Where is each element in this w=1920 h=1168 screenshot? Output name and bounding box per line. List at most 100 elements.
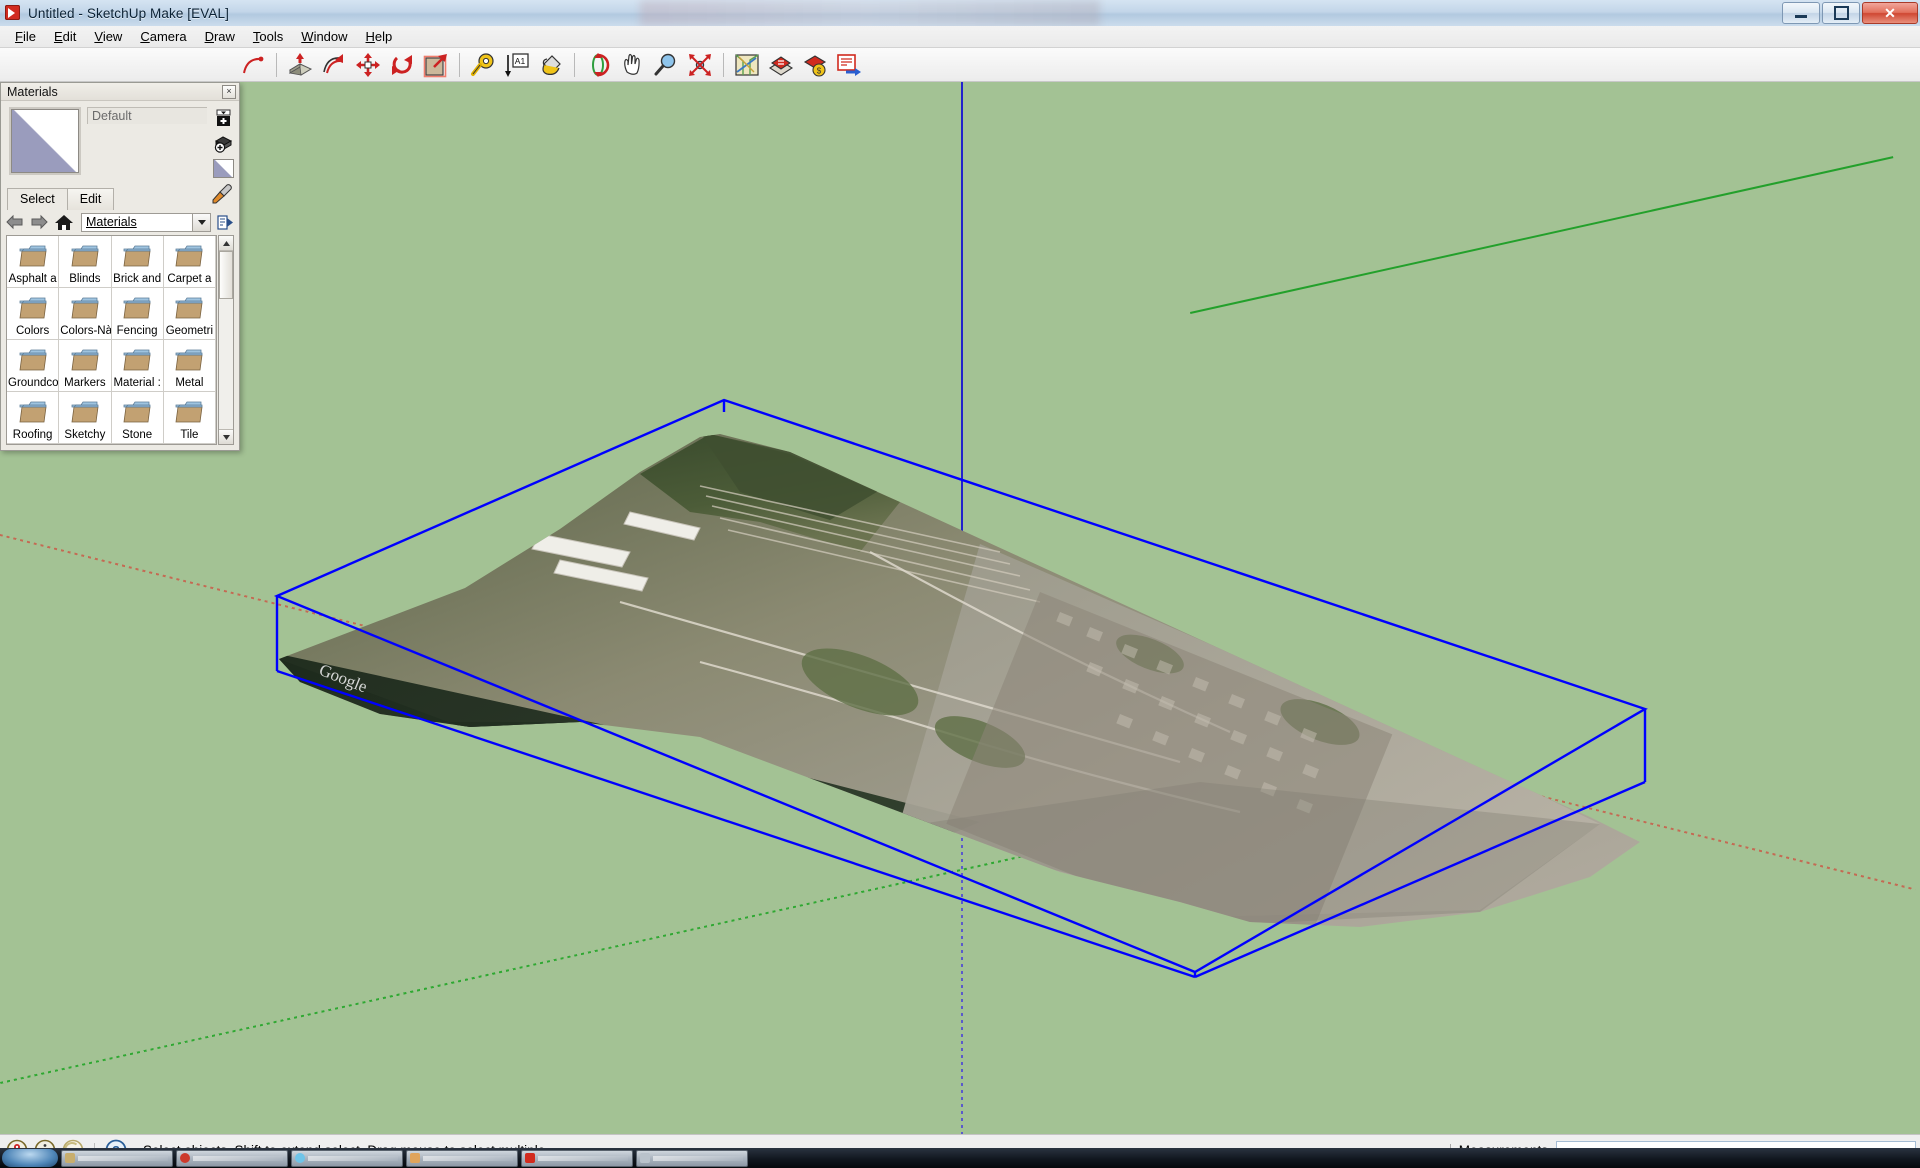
menu-file[interactable]: File (6, 27, 45, 46)
material-collection-label: Sketchy (64, 429, 106, 441)
material-collection-item[interactable]: Groundco (7, 340, 60, 392)
material-collection-item[interactable]: Carpet a (163, 236, 216, 288)
toolbar-separator (723, 52, 724, 77)
menu-help[interactable]: Help (357, 27, 402, 46)
start-button[interactable] (2, 1149, 58, 1167)
material-collection-item[interactable]: Tile (163, 392, 216, 444)
material-collection-item[interactable]: Stone (111, 392, 164, 444)
sample-material-button[interactable] (211, 183, 233, 205)
create-material-button[interactable] (213, 108, 234, 128)
home-icon[interactable] (53, 212, 75, 232)
scale-tool[interactable] (420, 49, 452, 81)
scroll-down-button[interactable] (219, 429, 233, 444)
move-tool[interactable] (352, 49, 384, 81)
taskbar-item-6[interactable] (636, 1149, 748, 1167)
materials-side-buttons (211, 107, 235, 178)
windows-taskbar[interactable] (0, 1148, 1920, 1168)
menu-camera[interactable]: Camera (131, 27, 195, 46)
zoom-tool[interactable] (650, 49, 682, 81)
taskbar-item-1[interactable] (61, 1149, 173, 1167)
material-collection-label: Brick and (113, 273, 162, 285)
menu-edit[interactable]: Edit (45, 27, 85, 46)
followme-tool[interactable] (318, 49, 350, 81)
tab-edit[interactable]: Edit (66, 188, 115, 210)
taskbar-item-3[interactable] (291, 1149, 403, 1167)
title-bar-overlap-blur (640, 0, 1100, 26)
materials-panel[interactable]: Materials × Default Select Edit Material… (0, 82, 240, 451)
material-collection-item[interactable]: Geometri (163, 288, 216, 340)
materials-grid-scrollbar[interactable] (218, 235, 234, 445)
orbit-tool[interactable] (582, 49, 614, 81)
details-flyout-button[interactable] (215, 212, 235, 232)
share-model-icon[interactable] (833, 49, 865, 81)
chevron-down-icon[interactable] (192, 213, 210, 231)
material-collection-item[interactable]: Colors-Nà (59, 288, 112, 340)
taskbar-item-5[interactable] (521, 1149, 633, 1167)
scroll-up-button[interactable] (219, 236, 233, 251)
folder-icon (174, 347, 204, 377)
material-collection-item[interactable]: Colors (7, 288, 60, 340)
geo-located-terrain-model[interactable]: Google (0, 82, 1920, 1134)
material-collection-item[interactable]: Fencing (111, 288, 164, 340)
material-collection-item[interactable]: Sketchy (59, 392, 112, 444)
materials-collection-dropdown[interactable]: Materials (81, 212, 211, 232)
material-collection-item[interactable]: Markers (59, 340, 112, 392)
materials-panel-close-icon[interactable]: × (222, 85, 236, 99)
arc-tool[interactable] (237, 49, 269, 81)
material-collection-item[interactable]: Metal (163, 340, 216, 392)
toggle-terrain-icon[interactable] (765, 49, 797, 81)
sketchup-window: Untitled - SketchUp Make [EVAL] ✕ File E… (0, 0, 1920, 1165)
folder-icon (70, 347, 100, 377)
terrain-mesh: Google (273, 398, 1648, 979)
set-as-default-button[interactable] (213, 133, 234, 153)
menu-view[interactable]: View (85, 27, 131, 46)
title-bar[interactable]: Untitled - SketchUp Make [EVAL] ✕ (0, 0, 1920, 27)
minimize-button[interactable] (1782, 2, 1820, 24)
pushpull-tool[interactable] (284, 49, 316, 81)
taskbar-item-2[interactable] (176, 1149, 288, 1167)
maximize-button[interactable] (1822, 2, 1860, 24)
materials-panel-titlebar[interactable]: Materials × (1, 83, 239, 101)
material-collection-label: Fencing (116, 325, 158, 337)
tab-select[interactable]: Select (7, 188, 68, 210)
folder-icon (174, 295, 204, 325)
menu-draw[interactable]: Draw (196, 27, 244, 46)
toolbar-separator (276, 52, 277, 77)
material-collection-item[interactable]: Blinds (59, 236, 112, 288)
materials-current-row: Default (1, 101, 239, 178)
tape-measure-tool[interactable] (467, 49, 499, 81)
material-collection-label: Colors-Nà (60, 325, 111, 337)
folder-icon (70, 243, 100, 273)
3d-viewport[interactable]: Google Materials × Default Select Edit M… (0, 82, 1920, 1134)
zoom-extents-tool[interactable] (684, 49, 716, 81)
photo-textures-icon[interactable]: $ (799, 49, 831, 81)
application-window: Untitled - SketchUp Make [EVAL] ✕ File E… (0, 0, 1920, 1168)
folder-icon (18, 295, 48, 325)
material-collection-item[interactable]: Material : (111, 340, 164, 392)
add-location-icon[interactable] (731, 49, 763, 81)
material-collection-label: Stone (122, 429, 153, 441)
material-collection-item[interactable]: Brick and (111, 236, 164, 288)
svg-text:$: $ (817, 66, 822, 75)
forward-arrow-icon[interactable] (29, 212, 49, 232)
menu-tools[interactable]: Tools (244, 27, 292, 46)
material-collection-label: Tile (180, 429, 199, 441)
material-collection-label: Asphalt a (8, 273, 57, 285)
pan-tool[interactable] (616, 49, 648, 81)
material-collection-item[interactable]: Roofing (7, 392, 60, 444)
taskbar-item-4[interactable] (406, 1149, 518, 1167)
materials-panel-title: Materials (7, 84, 58, 99)
toolbar-separator (459, 52, 460, 77)
materials-library-grid[interactable]: Asphalt a Blinds Brick and Carpet a Colors Co… (6, 235, 217, 445)
folder-icon (18, 399, 48, 429)
material-name-field[interactable]: Default (87, 107, 207, 124)
back-arrow-icon[interactable] (5, 212, 25, 232)
scrollbar-thumb[interactable] (219, 251, 233, 299)
rotate-tool[interactable] (386, 49, 418, 81)
menu-window[interactable]: Window (292, 27, 356, 46)
paint-bucket-tool[interactable] (535, 49, 567, 81)
dimension-tool[interactable]: A1 (501, 49, 533, 81)
close-button[interactable]: ✕ (1862, 2, 1918, 24)
default-material-swatch[interactable] (9, 107, 81, 175)
material-collection-item[interactable]: Asphalt a (7, 236, 60, 288)
